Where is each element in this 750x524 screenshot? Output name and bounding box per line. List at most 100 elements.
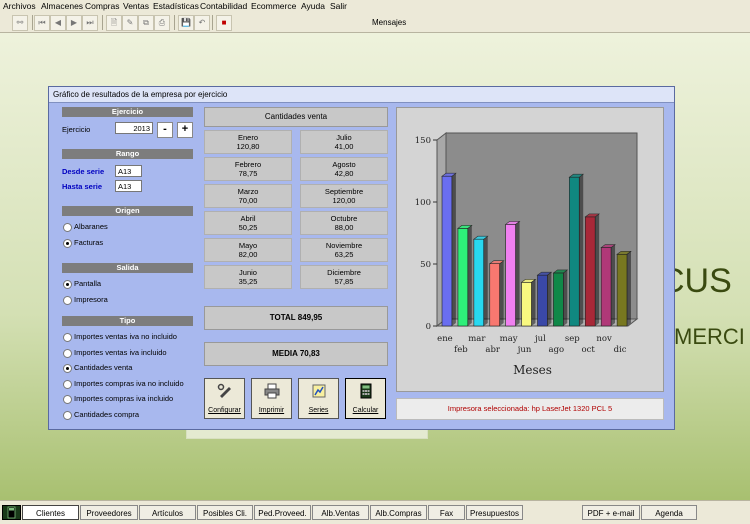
ejercicio-plus-button[interactable]: + <box>177 122 193 138</box>
taskbar-agenda[interactable]: Agenda <box>641 505 697 520</box>
taskbar-articulos[interactable]: Artículos <box>139 505 196 520</box>
last-record-icon[interactable]: ⏭ <box>82 15 98 31</box>
calcular-label: Calcular <box>352 407 379 414</box>
tipo-compras-sin-iva-radio[interactable] <box>63 380 72 389</box>
month-name: Abril <box>240 214 256 223</box>
month-name: Enero <box>237 133 258 142</box>
month-value: 35,25 <box>238 277 258 286</box>
new-icon[interactable]: 🗎 <box>106 15 122 31</box>
menu-archivos[interactable]: Archivos <box>3 1 36 11</box>
save-icon[interactable]: 💾 <box>178 15 194 31</box>
origen-header: Origen <box>62 206 193 216</box>
y-tick-label: 150 <box>415 136 431 146</box>
window-titlebar: Gráfico de resultados de la empresa por … <box>49 87 674 103</box>
x-tick-label: mar <box>468 334 486 344</box>
x-tick-label: nov <box>596 334 612 344</box>
desde-serie-input[interactable]: A13 <box>115 165 142 177</box>
month-value: 120,00 <box>332 196 356 205</box>
menu-contabilidad[interactable]: Contabilidad <box>200 1 247 11</box>
menu-almacenes[interactable]: Almacenes <box>41 1 83 11</box>
month-name: Marzo <box>237 187 259 196</box>
imprimir-label: Imprimir <box>258 407 285 414</box>
x-tick-label: jun <box>517 345 532 355</box>
attach-icon[interactable]: ⚯ <box>12 15 28 31</box>
tipo-cantidades-venta-label: Cantidades venta <box>74 363 133 372</box>
salida-impresora-radio[interactable] <box>63 296 72 305</box>
first-record-icon[interactable]: ⏮ <box>34 15 50 31</box>
chart-bar-side <box>579 174 584 326</box>
menu-bar: Archivos Almacenes Compras Ventas Estadí… <box>0 0 750 13</box>
chart-panel: 0 50 100 150 ene feb mar abr may jun jul ago sep oct n… <box>396 107 664 392</box>
menu-salir[interactable]: Salir <box>330 1 347 11</box>
tipo-ventas-sin-iva-radio[interactable] <box>63 333 72 342</box>
taskbar-albaranes-ventas[interactable]: Alb.Ventas <box>312 505 369 520</box>
month-cell: Marzo 70,00 <box>204 184 292 208</box>
imprimir-button[interactable]: Imprimir <box>251 378 292 419</box>
printer-icon <box>264 383 280 399</box>
taskbar-presupuestos[interactable]: Presupuestos <box>466 505 523 520</box>
calcular-button[interactable]: Calcular <box>345 378 386 419</box>
taskbar-posibles-clientes[interactable]: Posibles Cli. <box>197 505 253 520</box>
tipo-compras-con-iva-radio[interactable] <box>63 395 72 404</box>
tipo-cantidades-compra-radio[interactable] <box>63 411 72 420</box>
exit-icon[interactable]: ■ <box>216 15 232 31</box>
x-tick-label: oct <box>582 345 596 355</box>
chart-bar <box>457 228 469 327</box>
menu-ecommerce[interactable]: Ecommerce <box>251 1 296 11</box>
menu-compras[interactable]: Compras <box>85 1 119 11</box>
calculator-icon <box>360 383 372 399</box>
taskbar-pdf-email[interactable]: PDF + e-mail <box>582 505 640 520</box>
copy-icon[interactable]: ⧉ <box>138 15 154 31</box>
ejercicio-minus-button[interactable]: - <box>157 122 173 138</box>
chart-bar-side <box>515 221 520 326</box>
undo-icon[interactable]: ↶ <box>194 15 210 31</box>
x-tick-label: jul <box>534 334 546 344</box>
tipo-ventas-sin-iva-label: Importes ventas iva no incluido <box>74 332 177 341</box>
taskbar-fax[interactable]: Fax <box>428 505 465 520</box>
origen-albaranes-radio[interactable] <box>63 223 72 232</box>
next-record-icon[interactable]: ▶ <box>66 15 82 31</box>
month-value: 57,85 <box>334 277 354 286</box>
month-name: Febrero <box>234 160 262 169</box>
chart-bar <box>521 281 532 327</box>
month-name: Octubre <box>330 214 358 223</box>
taskbar-proveedores[interactable]: Proveedores <box>80 505 138 520</box>
menu-estadisticas[interactable]: Estadísticas <box>153 1 199 11</box>
salida-pantalla-radio[interactable] <box>63 280 72 289</box>
edit-icon[interactable]: ✎ <box>122 15 138 31</box>
month-cell: Octubre 88,00 <box>300 211 388 235</box>
menu-ayuda[interactable]: Ayuda <box>301 1 325 11</box>
month-cell: Septiembre 120,00 <box>300 184 388 208</box>
menu-ventas[interactable]: Ventas <box>123 1 149 11</box>
salida-impresora-label: Impresora <box>74 295 108 304</box>
series-button[interactable]: Series <box>298 378 339 419</box>
chart-bar-side <box>547 272 552 326</box>
month-cell: Julio 41,00 <box>300 130 388 154</box>
total-box: TOTAL 849,95 <box>204 306 388 330</box>
ejercicio-input[interactable]: 2013 <box>115 122 153 134</box>
background-logo-subtext: MERCI <box>674 324 745 349</box>
chart-bar <box>441 175 453 327</box>
x-tick-label: dic <box>614 345 627 355</box>
month-cell: Agosto 42,80 <box>300 157 388 181</box>
tipo-cantidades-venta-radio[interactable] <box>63 364 72 373</box>
bar-chart: 0 50 100 150 enefebmarabrmayjunjulagosepoctn… <box>415 131 639 377</box>
taskbar-pedidos-proveedor[interactable]: Ped.Proveed. <box>254 505 311 520</box>
y-tick-label: 0 <box>426 322 431 332</box>
x-tick-label: feb <box>454 345 468 355</box>
print-icon[interactable]: ⎙ <box>154 15 170 31</box>
selected-printer-status: Impresora seleccionada: hp LaserJet 1320… <box>396 398 664 420</box>
month-value: 88,00 <box>334 223 354 232</box>
configurar-button[interactable]: Configurar <box>204 378 245 419</box>
taskbar-albaranes-compras[interactable]: Alb.Compras <box>370 505 427 520</box>
calculator-icon[interactable] <box>2 505 21 520</box>
chart-bar-side <box>499 260 504 326</box>
tipo-ventas-con-iva-radio[interactable] <box>63 349 72 358</box>
wrench-icon <box>217 383 231 398</box>
taskbar-clientes[interactable]: Clientes <box>22 505 79 520</box>
origen-facturas-radio[interactable] <box>63 239 72 248</box>
ejercicio-label: Ejercicio <box>62 125 91 134</box>
prev-record-icon[interactable]: ◀ <box>50 15 66 31</box>
hasta-serie-input[interactable]: A13 <box>115 180 142 192</box>
chart-bar <box>473 238 485 327</box>
